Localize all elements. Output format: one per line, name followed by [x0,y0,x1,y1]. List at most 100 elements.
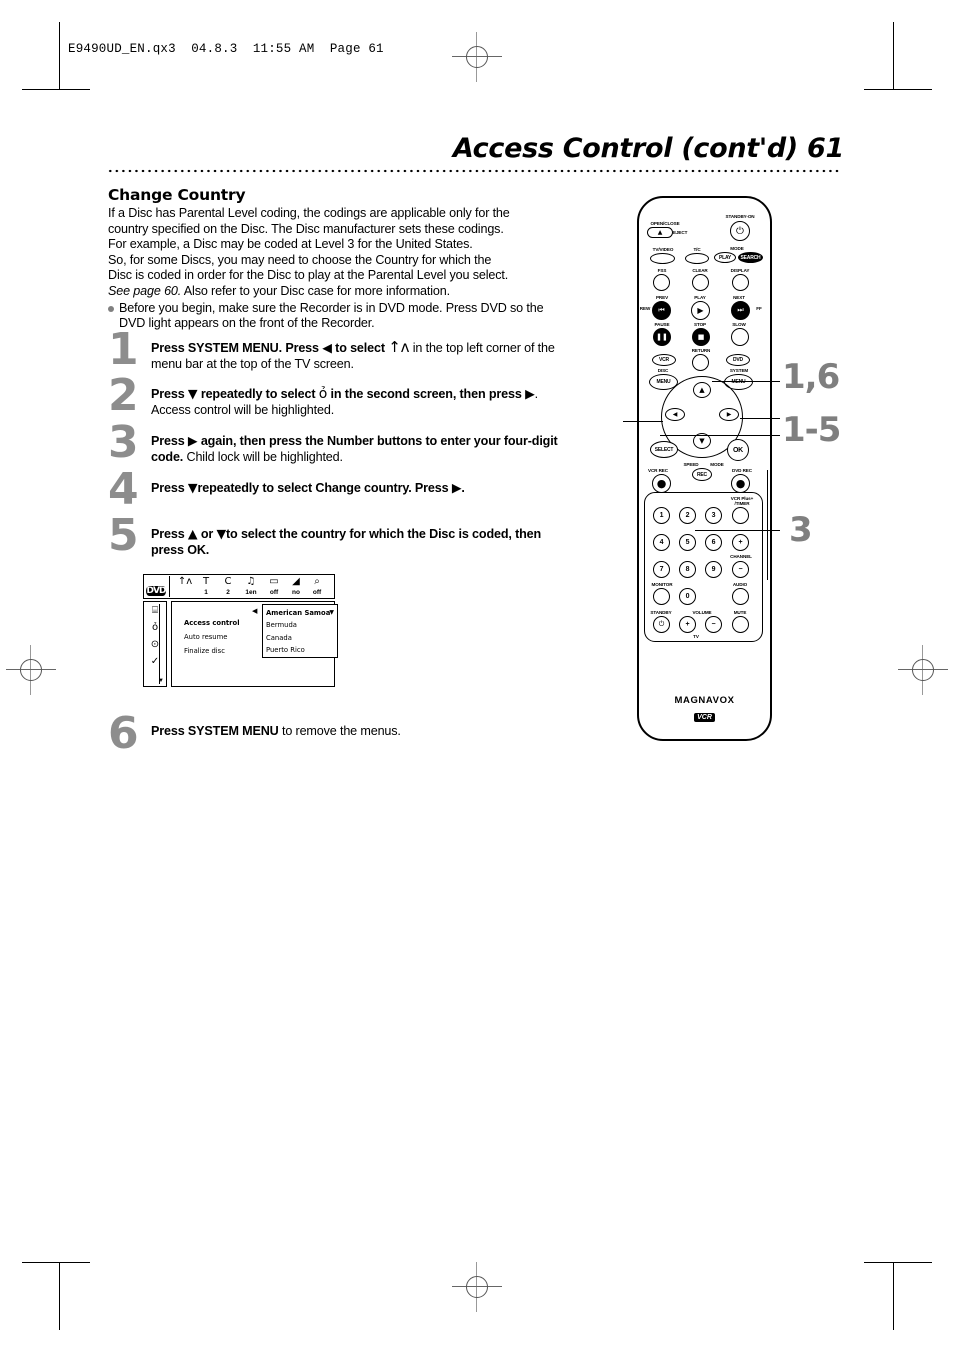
vcr-button[interactable]: VCR [652,354,676,366]
open-close-button[interactable]: ▲ [647,227,673,238]
plus-label: + [685,621,690,628]
vcr-rec-button[interactable]: ● [652,474,671,493]
dvd-button[interactable]: DVD [726,354,750,366]
clear-button[interactable] [692,274,709,291]
key-2[interactable]: 2 [679,507,696,524]
left-arrow-icon: ◀ [252,608,258,615]
tc-button[interactable] [685,253,709,264]
prev-label: PREV [655,295,669,300]
key-1[interactable]: 1 [653,507,670,524]
osd-country-option-selected[interactable]: ▼ American Samoa [266,607,334,619]
osd-menu-item-access-control[interactable]: Access control [184,619,240,627]
key-2-label: 2 [685,512,690,519]
cursor-up-button[interactable]: ▲ [693,382,711,398]
power-icon: ⏻ [736,225,744,237]
see-page-rest: Also refer to your Disc case for more in… [181,283,450,298]
search-mode-button[interactable]: SEARCH [738,252,763,263]
intro-line-1: If a Disc has Parental Level coding, the… [108,206,510,220]
title-dotted-rule [107,168,842,174]
registration-mark-top [452,32,502,82]
step-number: 3 [108,417,139,468]
step-number: 2 [108,370,139,421]
vcr-plus-timer-button[interactable] [732,507,749,524]
key-7[interactable]: 7 [653,561,670,578]
key-8-label: 8 [685,566,690,573]
key-4[interactable]: 4 [653,534,670,551]
crop-mark-top-left-vertical [59,22,61,90]
step-4-tail: . [461,481,465,495]
osd-country-dropdown[interactable]: ▼ American Samoa Bermuda Canada Puerto Ri… [262,604,338,658]
prev-rew-button[interactable]: ⏮ [652,301,671,320]
key-4-label: 4 [659,539,664,546]
play-mode-button[interactable]: PLAY [714,252,736,263]
slow-button[interactable] [731,328,749,346]
disc-icon[interactable]: ⊙ [151,640,159,650]
see-page-reference: See page 60. [108,283,182,298]
callout-line-system-menu [712,381,780,383]
channel-up-button[interactable]: + [732,534,749,551]
key-8[interactable]: 8 [679,561,696,578]
dvd-logo: DVD [146,586,166,596]
channel-down-button[interactable]: − [732,561,749,578]
volume-up-button[interactable]: + [679,616,696,633]
audio-button[interactable] [732,588,749,605]
monitor-button[interactable] [653,588,670,605]
tv-standby-button[interactable]: ⏻ [653,616,670,633]
key-0[interactable]: 0 [679,588,696,605]
section-heading: Change Country [108,186,246,204]
record-dot-icon: ● [656,477,667,490]
callout-cursor-keys: 1-5 [782,410,841,450]
osd-menu-item-finalize-disc[interactable]: Finalize disc [184,647,225,655]
dvd-settings-icon[interactable]: ỏ [152,623,158,633]
tools-icon[interactable]: ✓ [151,657,159,667]
key-6[interactable]: 6 [705,534,722,551]
mute-button[interactable] [732,616,749,633]
step-number: 4 [108,464,139,515]
key-1-label: 1 [659,512,664,519]
step-text: Press SYSTEM MENU to remove the menus. [151,720,558,740]
volume-down-button[interactable]: − [705,616,722,633]
key-3[interactable]: 3 [705,507,722,524]
list-icon[interactable]: ⌸ [152,606,158,616]
pause-button[interactable]: ❚❚ [653,328,671,346]
step-2-bold-3: in the second screen, then press [327,387,526,401]
rec-speed-mode-button[interactable]: REC [692,468,712,481]
tv-video-button[interactable] [650,253,675,264]
step-text: Press ▼repeatedly to select Change count… [151,476,558,497]
step-3-normal: Child lock will be highlighted. [183,449,344,464]
right-arrow-icon: ▶ [451,480,462,495]
display-button[interactable] [732,274,749,291]
osd-menubar-item-6[interactable]: ⌕ off [302,576,332,597]
ok-label: OK [732,446,744,454]
key-7-label: 7 [659,566,664,573]
next-ff-button[interactable]: ⏭ [731,301,750,320]
intro-line-5: Disc is coded in order for the Disc to p… [108,268,509,283]
return-button[interactable] [692,354,709,371]
key-9[interactable]: 9 [705,561,722,578]
osd-country-option[interactable]: Bermuda [266,619,334,631]
step-6: 6 Press SYSTEM MENU to remove the menus. [108,712,558,766]
down-arrow-icon: ▼ [216,526,227,541]
dvd-settings-icon: ỏ [318,386,328,402]
up-arrow-icon: ▲ [699,386,705,394]
record-dot-icon: ● [735,477,746,490]
vcr-plus-text: VCR [697,714,712,721]
osd-menu-item-auto-resume[interactable]: Auto resume [184,633,227,641]
stop-button[interactable]: ■ [692,328,710,346]
standby-on-button[interactable]: ⏻ [730,221,750,241]
key-5[interactable]: 5 [679,534,696,551]
ok-button[interactable]: OK [727,439,749,461]
cursor-right-button[interactable]: ▶ [719,408,739,421]
osd-sidebar-scrollbar[interactable] [158,604,165,684]
ff-label: FF [756,306,762,311]
dvd-rec-button[interactable]: ● [731,474,750,493]
brand-name: MAGNAVOX [674,695,735,706]
osd-country-option[interactable]: Canada [266,632,334,644]
osd-country-option[interactable]: Puerto Rico [266,644,334,656]
fss-button[interactable] [653,274,670,291]
cursor-left-button[interactable]: ◀ [665,408,685,421]
step-4-bold-2: repeatedly to select Change country. Pre… [197,481,452,495]
play-button[interactable]: ▶ [691,301,710,320]
select-button[interactable]: SELECT [650,441,678,458]
mode-label: MODE [730,246,744,251]
